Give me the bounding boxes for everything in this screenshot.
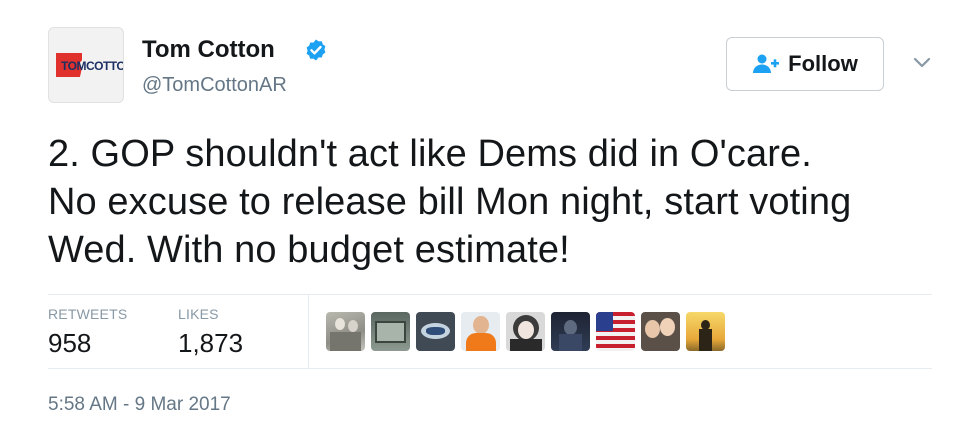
likes-label[interactable]: LIKES [178,306,219,322]
liker-avatar-2[interactable] [371,312,410,351]
divider-bottom [48,368,932,369]
tweet-text: 2. GOP shouldn't act like Dems did in O'… [48,130,948,274]
divider-vertical [308,295,309,368]
chevron-down-icon[interactable] [912,56,932,70]
liker-avatar-4[interactable] [461,312,500,351]
liker-avatar-1[interactable] [326,312,365,351]
liker-avatars [326,312,725,352]
retweets-count[interactable]: 958 [48,328,91,359]
tweet-line: No excuse to release bill Mon night, sta… [48,181,852,223]
liker-avatar-3[interactable] [416,312,455,351]
follow-button[interactable]: Follow [726,37,884,91]
user-handle[interactable]: @TomCottonAR [142,74,287,97]
tweet-line: 2. GOP shouldn't act like Dems did in O'… [48,133,812,175]
follow-button-label: Follow [788,51,858,76]
liker-avatar-9[interactable] [686,312,725,351]
user-name[interactable]: Tom Cotton [142,36,275,64]
liker-avatar-5[interactable] [506,312,545,351]
retweets-label[interactable]: RETWEETS [48,306,127,322]
divider-top [48,294,932,295]
avatar[interactable]: TOMCOTTON [48,27,124,103]
likes-count[interactable]: 1,873 [178,328,243,359]
liker-avatar-7[interactable] [596,312,635,351]
liker-avatar-8[interactable] [641,312,680,351]
tweet-line: Wed. With no budget estimate! [48,229,570,271]
verified-badge-icon [306,39,326,61]
liker-avatar-6[interactable] [551,312,590,351]
tweet-timestamp[interactable]: 5:58 AM - 9 Mar 2017 [48,394,231,416]
avatar-logo-text: TOMCOTTON [61,59,123,73]
add-user-icon [753,54,780,73]
